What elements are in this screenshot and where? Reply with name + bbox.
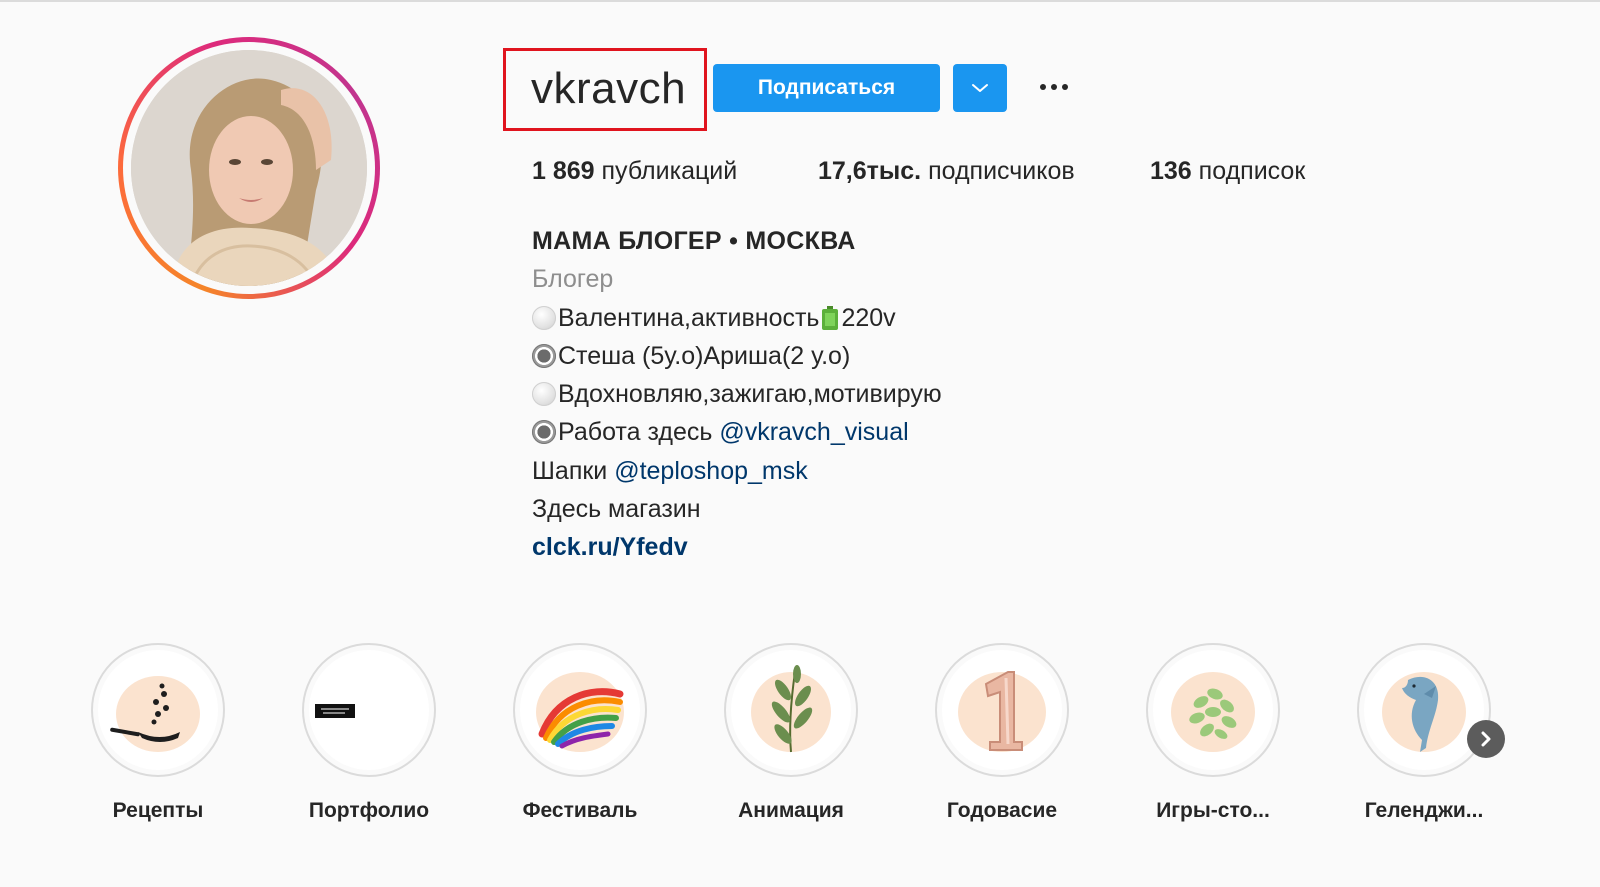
radio-button-icon [532,420,556,445]
battery-icon [822,305,839,330]
bio-external-link[interactable]: clck.ru/Yfedv [532,528,942,566]
mention-link[interactable]: @vkravch_visual [719,418,908,446]
highlight-label: Рецепты [112,799,204,822]
highlight-label: Анимация [738,799,844,822]
mention-link[interactable]: @teploshop_msk [614,457,808,485]
username: vkravch [531,64,687,113]
more-options-button[interactable] [1032,72,1076,102]
highlights-next-button[interactable] [1467,720,1505,758]
bio-name: МАМА БЛОГЕР • МОСКВА [532,227,856,255]
highlight-item[interactable]: Игры-сто... [1133,643,1293,823]
chevron-down-icon [972,84,988,92]
bio-category: Блогер [532,265,614,294]
radio-button-icon [532,343,556,368]
highlight-item[interactable]: Анимация [711,643,871,823]
posts-stat: 1 869 публикаций [532,157,737,186]
leaf-branch-icon [751,665,831,753]
dolphin-icon [1382,672,1466,752]
profile-bio: МАМА БЛОГЕР • МОСКВА Блогер Валентина,ак… [532,222,942,567]
avatar-photo-icon [131,50,367,286]
rainbow-icon [536,672,624,752]
highlight-label: Фестиваль [522,799,638,822]
following-count: 136 [1150,157,1192,185]
following-stat[interactable]: 136 подписок [1150,157,1305,186]
followers-label: подписчиков [928,157,1075,185]
highlight-label: Годовасие [946,799,1058,822]
highlight-item[interactable]: Портфолио [289,643,449,823]
followers-count: 17,6тыс. [818,157,922,185]
bio-line-6: Здесь магазин [532,495,701,524]
bio-line-4: Работа здесь @vkravch_visual [532,413,942,451]
story-ring[interactable] [118,37,380,299]
posts-label: публикаций [601,157,738,185]
follow-button[interactable]: Подписаться [713,64,940,112]
highlight-item[interactable]: Рецепты [78,643,238,823]
following-label: подписок [1198,157,1306,185]
white-circle-icon [532,305,556,330]
frying-pan-icon [110,676,200,752]
label-icon [315,704,355,718]
green-plant-icon [1171,672,1255,752]
top-divider [0,0,1600,2]
bio-line-3: Вдохновляю,зажигаю,мотивирую [532,375,942,413]
followers-stat[interactable]: 17,6тыс. подписчиков [818,157,1075,186]
white-circle-icon [532,382,556,407]
number-one-balloon-icon [958,671,1046,752]
highlight-item[interactable]: Фестиваль [500,643,660,823]
posts-count: 1 869 [532,157,595,185]
avatar[interactable] [131,50,367,286]
chevron-right-icon [1481,731,1491,747]
highlight-label: Портфолио [308,799,430,822]
profile-page: vkravch Подписаться 1 869 публикаций 17,… [0,0,1600,887]
highlight-item[interactable]: Годовасие [922,643,1082,823]
highlight-label: Игры-сто... [1156,799,1270,822]
suggested-dropdown-button[interactable] [953,64,1007,112]
bio-line-1: Валентина,активность 220v [532,299,942,337]
bio-line-2: Стеша (5у.о)Ариша(2 у.о) [532,337,942,375]
bio-line-5: Шапки @teploshop_msk [532,456,808,485]
more-horizontal-icon [1040,84,1046,90]
highlight-label: Геленджи... [1364,799,1484,822]
